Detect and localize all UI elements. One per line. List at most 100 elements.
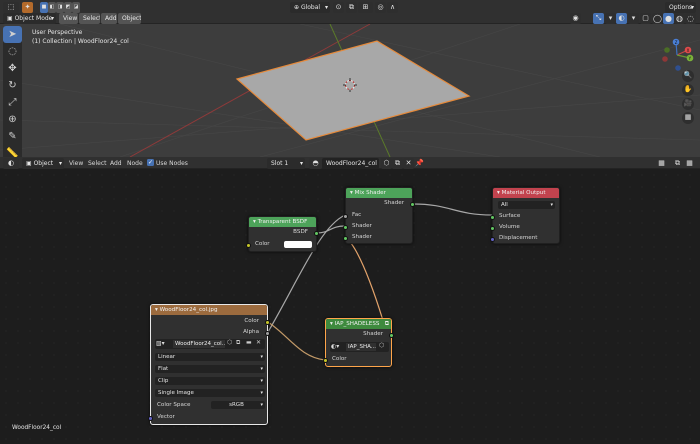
shading-rendered-icon[interactable]: ◌ <box>685 13 696 24</box>
chevron-down-icon: ▾ <box>260 354 263 360</box>
output-socket-bsdf[interactable] <box>314 230 319 236</box>
measure-tool-icon[interactable]: 📏 <box>3 145 22 157</box>
menu-view[interactable]: View <box>59 13 78 24</box>
gizmo-dropdown-icon[interactable]: ▾ <box>605 13 616 24</box>
link-mix-to-output <box>412 203 493 216</box>
input-socket-color[interactable] <box>323 357 328 363</box>
duplicate-image-icon[interactable]: ⧉ <box>236 339 240 347</box>
select-mode-new-icon[interactable]: ■ <box>40 2 48 13</box>
image-texture-node[interactable]: ▾ WoodFloor24_col.jpg Color Alpha ▧▾ Woo… <box>148 304 270 425</box>
material-output-node[interactable]: ▾ Material Output All ▾ Surface Volume Di… <box>490 187 560 244</box>
camera-view-icon[interactable]: 🎥 <box>682 98 694 110</box>
shader-node-editor[interactable]: ◐ ▣ Object ▾ View Select Add Node ✓ Use N… <box>0 157 700 444</box>
select-mode-subtract-icon[interactable]: ◨ <box>56 2 64 13</box>
editor-type-icon[interactable]: ⬚ <box>3 2 19 13</box>
proportional-edit-icon[interactable]: ◎ <box>375 2 386 13</box>
input-socket-displacement[interactable] <box>490 236 495 242</box>
tool-shelf: ➤ ◌ ✥ ↻ ⤢ ⊕ ✎ 📏 <box>3 26 22 157</box>
transform-orientation-dropdown[interactable]: ⊕ Global ▾ <box>290 2 330 13</box>
interpolation-dropdown[interactable]: Linear ▾ <box>155 353 265 361</box>
visibility-icon[interactable]: ◉ <box>570 13 581 24</box>
options-dropdown[interactable]: Options ▾ <box>665 2 696 13</box>
object-mode-dropdown[interactable]: ▣ Object Mode ▾ <box>3 13 56 24</box>
fake-user-shield-icon[interactable]: ⬡ <box>379 342 384 349</box>
link-color-to-iap <box>267 321 326 361</box>
output-label: Color <box>244 318 259 324</box>
chevron-down-icon: ▾ <box>260 390 263 396</box>
select-mode-difference-icon[interactable]: ◩ <box>64 2 72 13</box>
falloff-icon[interactable]: ∧ <box>387 2 398 13</box>
iap-shadeless-group-node[interactable]: ▾ IAP_SHADELESS ⧉ Shader ◐▾ IAP_SHA... ⬡ … <box>323 318 394 367</box>
input-socket-volume[interactable] <box>490 225 495 231</box>
node-tree-browse-icon[interactable]: ◐▾ <box>331 343 339 351</box>
input-socket-shader-2[interactable] <box>343 235 348 241</box>
input-socket-vector[interactable] <box>148 415 153 421</box>
node-group-icon[interactable]: ⧉ <box>385 319 389 329</box>
output-label: Shader <box>384 200 404 206</box>
menu-object[interactable]: Object <box>118 13 141 24</box>
unlink-image-icon[interactable]: ✕ <box>256 339 261 346</box>
gizmo-x-label: X <box>687 48 690 53</box>
rotate-tool-icon[interactable]: ↻ <box>3 77 22 94</box>
menu-select[interactable]: Select <box>79 13 100 24</box>
tool-settings-icon[interactable]: ✦ <box>22 2 33 13</box>
overlays-toggle-icon[interactable]: ◐ <box>616 13 627 24</box>
input-socket-color[interactable] <box>246 242 251 248</box>
node-title: Mix Shader <box>354 190 386 196</box>
select-mode-extend-icon[interactable]: ◧ <box>48 2 56 13</box>
color-space-dropdown[interactable]: sRGB ▾ <box>211 401 265 409</box>
selected-plane <box>235 40 471 141</box>
view-perspective-label: User Perspective <box>32 29 83 36</box>
input-label: Shader <box>352 234 372 240</box>
input-socket-shader-1[interactable] <box>343 224 348 230</box>
input-socket-fac[interactable] <box>343 213 348 219</box>
menu-add[interactable]: Add <box>101 13 117 24</box>
pan-hand-icon[interactable]: ✋ <box>682 84 694 96</box>
navigation-gizmo[interactable]: X Y Z <box>657 37 697 73</box>
fake-user-shield-icon[interactable]: ⬡ <box>227 339 232 346</box>
zoom-icon[interactable]: 🔍 <box>682 70 694 82</box>
xray-icon[interactable]: ▢ <box>640 13 651 24</box>
gizmo-toggle-icon[interactable]: ⤡ <box>593 13 604 24</box>
shading-solid-icon[interactable]: ● <box>663 13 674 24</box>
cursor-tool-icon[interactable]: ◌ <box>3 43 22 60</box>
color-swatch[interactable] <box>284 241 312 248</box>
extension-dropdown[interactable]: Clip ▾ <box>155 377 265 385</box>
output-socket-shader[interactable] <box>410 201 415 207</box>
shading-material-icon[interactable]: ◍ <box>674 13 685 24</box>
transparent-bsdf-node[interactable]: ▾ Transparent BSDF BSDF Color <box>246 216 319 252</box>
pivot-point-icon[interactable]: ⊙ <box>333 2 344 13</box>
output-label: Shader <box>363 331 383 337</box>
image-browse-icon[interactable]: ▧▾ <box>156 340 171 348</box>
projection-dropdown[interactable]: Flat ▾ <box>155 365 265 373</box>
gizmo-z-label: Z <box>675 40 678 45</box>
mix-shader-node[interactable]: ▾ Mix Shader Shader Fac Shader Shader <box>343 187 415 244</box>
output-socket-alpha[interactable] <box>265 330 270 336</box>
image-selector: ▧▾ WoodFloor24_col... ⬡ ⧉ ▬ ✕ <box>155 339 265 349</box>
move-tool-icon[interactable]: ✥ <box>3 60 22 77</box>
3d-viewport[interactable]: ⬚ ✦ ■ ◧ ◨ ◩ ◪ ▣ Object Mode ▾ View Select… <box>0 0 700 157</box>
input-label: Color <box>255 241 270 247</box>
target-dropdown[interactable]: All ▾ <box>498 201 555 209</box>
select-mode-intersect-icon[interactable]: ◪ <box>72 2 80 13</box>
snap-element-icon[interactable]: ⊞ <box>358 2 373 13</box>
transform-tool-icon[interactable]: ⊕ <box>3 111 22 128</box>
output-socket-color[interactable] <box>265 319 270 325</box>
source-dropdown[interactable]: Single Image ▾ <box>155 389 265 397</box>
link-bsdf-to-mix <box>316 225 346 234</box>
select-box-tool-icon[interactable]: ➤ <box>3 26 22 43</box>
snap-icon[interactable]: ⧉ <box>346 2 357 13</box>
annotate-tool-icon[interactable]: ✎ <box>3 128 22 145</box>
image-name-field[interactable]: WoodFloor24_col... <box>173 340 225 348</box>
output-label: Alpha <box>243 329 259 335</box>
open-folder-icon[interactable]: ▬ <box>246 339 252 346</box>
input-socket-surface[interactable] <box>490 214 495 220</box>
scale-tool-icon[interactable]: ⤢ <box>3 94 22 111</box>
chevron-down-icon: ▾ <box>324 4 328 11</box>
output-socket-shader[interactable] <box>389 332 394 338</box>
perspective-toggle-icon[interactable]: ▦ <box>682 112 694 124</box>
overlays-dropdown-icon[interactable]: ▾ <box>628 13 639 24</box>
input-label: Color <box>332 356 347 362</box>
shading-wireframe-icon[interactable]: ◯ <box>652 13 663 24</box>
group-name-field[interactable]: IAP_SHA... <box>346 343 376 351</box>
